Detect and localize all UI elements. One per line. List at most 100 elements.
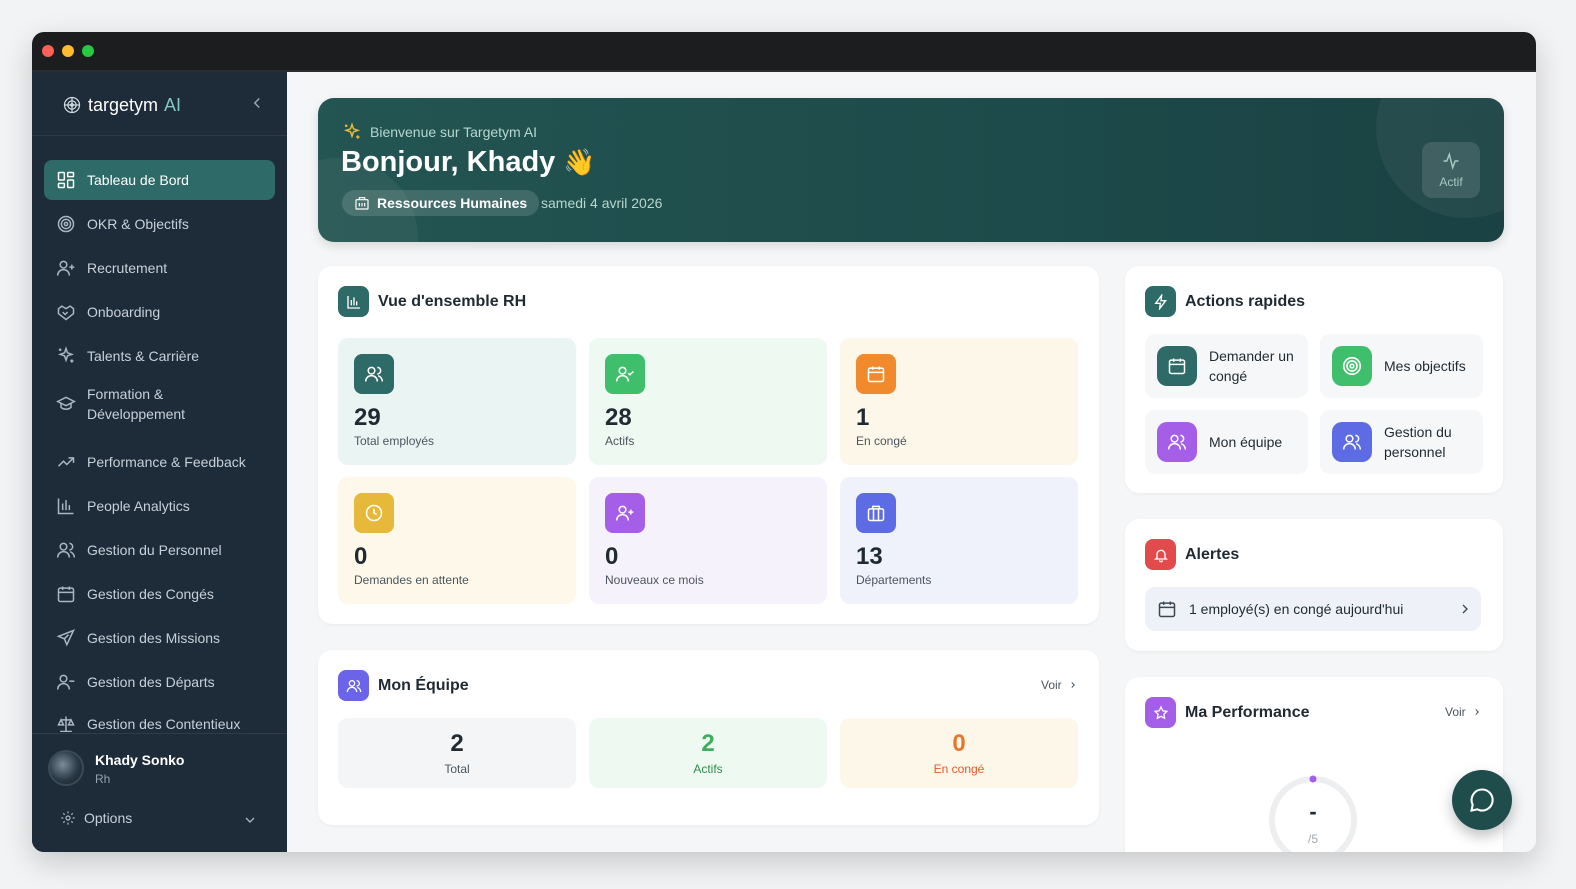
card-title: Alertes (1185, 545, 1240, 563)
divider (32, 135, 287, 136)
avatar[interactable] (48, 750, 84, 786)
performance-score: - (1309, 799, 1317, 824)
department-badge: Ressources Humaines (342, 190, 540, 216)
maximize-window-button[interactable] (82, 45, 94, 57)
close-window-button[interactable] (42, 45, 54, 57)
calendar-icon (856, 354, 896, 394)
performance-max: /5 (1307, 832, 1318, 846)
brand-logo[interactable]: targetym AI (62, 93, 181, 117)
sidebar-item-gestion-conges[interactable]: Gestion des Congés (44, 574, 275, 614)
sidebar-item-gestion-departs[interactable]: Gestion des Départs (44, 662, 275, 702)
sidebar-item-onboarding[interactable]: Onboarding (44, 292, 275, 332)
greeting-heading: Bonjour, Khady 👋 (341, 146, 596, 179)
target-icon (57, 215, 75, 233)
team-stat-value: 2 (701, 730, 715, 757)
users-icon (338, 670, 369, 701)
quick-action-label: Mon équipe (1209, 434, 1283, 450)
wave-emoji: 👋 (563, 147, 596, 177)
sidebar-item-label: Gestion des Contentieux (87, 716, 241, 732)
status-label: Actif (1439, 175, 1463, 189)
stat-label: Actifs (605, 434, 635, 448)
current-date: samedi 4 avril 2026 (541, 195, 663, 211)
stat-label: Nouveaux ce mois (605, 573, 704, 587)
my-team-button[interactable]: Mon équipe (1145, 410, 1308, 474)
stat-on-leave[interactable]: 1 En congé (840, 338, 1078, 465)
team-stat-value: 2 (450, 730, 464, 757)
sidebar-item-formation[interactable]: Formation & Développement (44, 380, 275, 428)
sidebar-item-performance[interactable]: Performance & Feedback (44, 442, 275, 482)
quick-action-label: Demander un congé (1209, 348, 1294, 384)
options-button[interactable]: Options (60, 810, 132, 826)
sidebar-item-okr[interactable]: OKR & Objectifs (44, 204, 275, 244)
target-icon (1332, 346, 1372, 386)
team-stat-value: 0 (952, 730, 966, 757)
sidebar-item-recrutement[interactable]: Recrutement (44, 248, 275, 288)
stat-value: 13 (856, 543, 883, 570)
sidebar-item-label: Formation & Développement (87, 386, 186, 422)
card-title: Ma Performance (1185, 703, 1310, 721)
staff-management-button[interactable]: Gestion du personnel (1320, 410, 1483, 474)
stat-departments[interactable]: 13 Départements (840, 477, 1078, 604)
welcome-subtitle: Bienvenue sur Targetym AI (342, 122, 537, 142)
card-title: Vue d'ensemble RH (378, 292, 527, 310)
stat-value: 0 (605, 543, 619, 570)
trending-up-icon (57, 457, 75, 467)
chat-button[interactable] (1452, 770, 1512, 830)
activity-icon (1443, 151, 1459, 171)
sidebar-item-label: Recrutement (87, 260, 168, 276)
welcome-subtitle-text: Bienvenue sur Targetym AI (370, 124, 538, 140)
stat-value: 29 (354, 404, 381, 431)
chevron-right-icon (1475, 709, 1479, 715)
calendar-icon (57, 586, 75, 603)
my-objectives-button[interactable]: Mes objectifs (1320, 334, 1483, 398)
sidebar-item-label: Gestion des Départs (87, 674, 215, 690)
sidebar-item-gestion-contentieux[interactable]: Gestion des Contentieux (44, 706, 275, 732)
card-header: Actions rapides (1145, 286, 1305, 317)
users-icon (1332, 422, 1372, 462)
card-header: Vue d'ensemble RH (338, 286, 526, 317)
dashboard-icon (57, 171, 75, 189)
star-icon (1145, 697, 1176, 728)
alerts-card: Alertes 1 employé(s) en congé aujourd'hu… (1125, 519, 1503, 651)
clock-icon (354, 493, 394, 533)
graduation-cap-icon (56, 396, 76, 410)
stat-new-this-month[interactable]: 0 Nouveaux ce mois (589, 477, 827, 604)
users-icon (354, 354, 394, 394)
minimize-window-button[interactable] (62, 45, 74, 57)
brand-suffix: AI (164, 94, 182, 115)
user-check-icon (605, 354, 645, 394)
stat-active[interactable]: 28 Actifs (589, 338, 827, 465)
alert-item[interactable]: 1 employé(s) en congé aujourd'hui (1145, 587, 1481, 631)
request-leave-button[interactable]: Demander un congé (1145, 334, 1308, 398)
sidebar-item-label: OKR & Objectifs (87, 216, 189, 232)
plane-icon (56, 629, 75, 647)
sidebar-item-label: Onboarding (87, 304, 161, 320)
chevron-down-icon[interactable] (242, 812, 258, 828)
card-header: Alertes (1145, 539, 1239, 570)
view-team-link[interactable]: Voir (1041, 678, 1078, 692)
stat-pending-requests[interactable]: 0 Demandes en attente (338, 477, 576, 604)
view-performance-link[interactable]: Voir (1445, 705, 1482, 719)
my-team-card: Mon Équipe Voir 2 Total 2 Actifs 0 En co… (318, 650, 1099, 825)
collapse-sidebar-icon[interactable] (248, 94, 266, 112)
sidebar-item-gestion-personnel[interactable]: Gestion du Personnel (44, 530, 275, 570)
sidebar-item-talents[interactable]: Talents & Carrière (44, 336, 275, 376)
lightning-icon (1145, 286, 1176, 317)
briefcase-icon (856, 493, 896, 533)
stat-value: 0 (354, 543, 368, 570)
sidebar-item-people-analytics[interactable]: People Analytics (44, 486, 275, 526)
calendar-icon (1158, 601, 1176, 618)
sidebar-item-tableau-de-bord[interactable]: Tableau de Bord (44, 160, 275, 200)
sidebar-item-gestion-missions[interactable]: Gestion des Missions (44, 618, 275, 658)
quick-actions-card: Actions rapides Demander un congé Mes ob… (1125, 266, 1503, 493)
user-minus-icon (56, 674, 75, 690)
team-active: 2 Actifs (589, 718, 827, 788)
sparkles-icon (343, 122, 361, 139)
sidebar-item-label: Gestion des Congés (87, 586, 214, 602)
stat-total-employees[interactable]: 29 Total employés (338, 338, 576, 465)
calendar-icon (1157, 346, 1197, 386)
options-label: Options (84, 810, 133, 826)
sidebar-footer: Khady Sonko Rh Options (32, 733, 287, 852)
stat-label: Total employés (354, 434, 435, 448)
sidebar: targetym AI Tableau de Bord OKR & Object… (32, 72, 287, 852)
